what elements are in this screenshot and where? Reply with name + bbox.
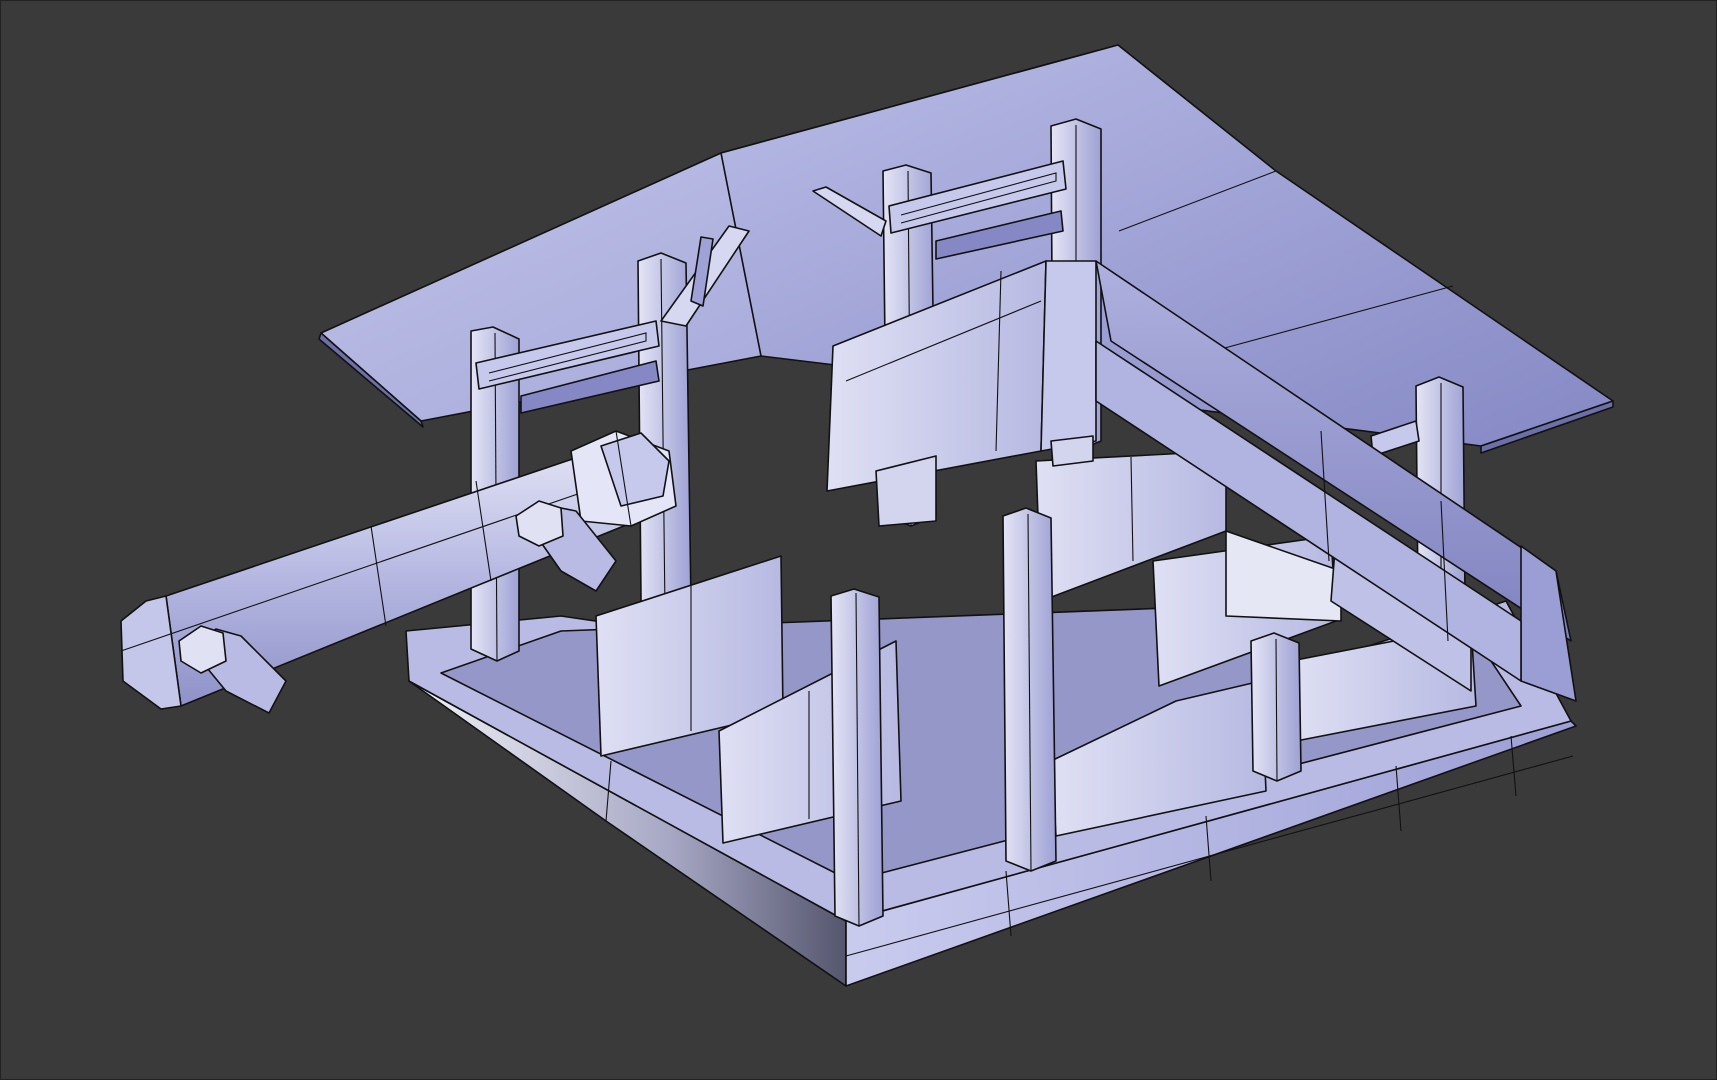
upper-box-side bbox=[1040, 260, 1097, 452]
3d-viewport[interactable] bbox=[0, 0, 1717, 1080]
model-render bbox=[120, 44, 1614, 987]
